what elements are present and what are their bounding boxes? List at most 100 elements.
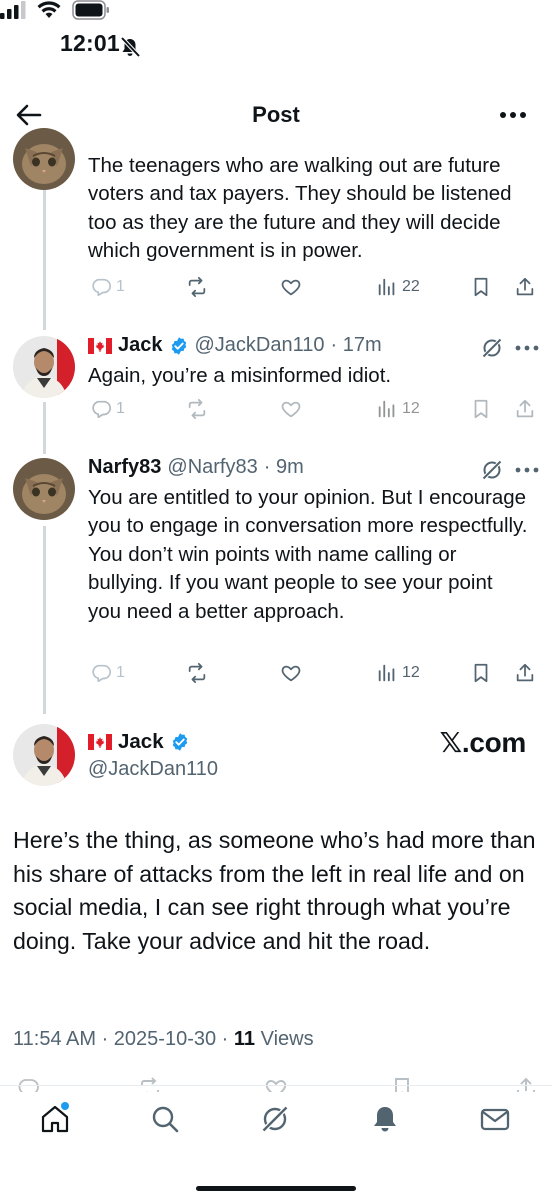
author-handle[interactable]: @JackDan110	[88, 758, 218, 781]
thread-line	[43, 526, 46, 714]
tweet-meta: 11:54 AM · 2025-10-30 · 11 Views	[13, 1028, 314, 1051]
canada-flag-icon	[88, 734, 112, 750]
tweet-time: · 9m	[263, 456, 304, 478]
repost-button[interactable]	[186, 662, 208, 684]
views-count: 12	[402, 664, 420, 681]
views-icon	[378, 664, 395, 682]
grok-tab-icon[interactable]	[258, 1102, 292, 1136]
reply-icon	[92, 400, 111, 419]
more-options-icon[interactable]	[496, 100, 530, 130]
page-title: Post	[252, 102, 300, 127]
more-options-icon[interactable]	[514, 336, 540, 360]
reply-icon	[92, 278, 111, 297]
tweet-actions: 1 22	[90, 276, 540, 304]
search-icon[interactable]	[148, 1102, 182, 1136]
reply-button[interactable]: 1	[90, 662, 125, 684]
avatar-narfy83[interactable]	[13, 458, 75, 520]
reply-icon[interactable]	[16, 1076, 40, 1092]
avatar-jack[interactable]	[13, 724, 75, 786]
reply-count: 1	[116, 664, 125, 681]
heart-icon	[281, 401, 301, 418]
tweet-actions: 1 12	[90, 398, 540, 426]
reply-count: 1	[116, 400, 125, 417]
tweet-header: Narfy83 @Narfy83 · 9m	[88, 456, 304, 479]
views-button[interactable]: 12	[376, 662, 420, 684]
bookmark-icon	[474, 277, 488, 297]
reply-button[interactable]: 1	[90, 398, 125, 420]
messages-icon[interactable]	[478, 1102, 512, 1136]
author-name[interactable]: Jack	[118, 334, 163, 357]
tweet-text: You are entitled to your opinion. But I …	[88, 486, 528, 623]
share-icon	[516, 663, 534, 682]
repost-button[interactable]	[186, 398, 208, 420]
heart-icon	[281, 665, 301, 682]
status-time: 12:01	[60, 30, 120, 56]
author-name[interactable]: Narfy83	[88, 456, 161, 479]
repost-icon	[188, 662, 206, 684]
thread-line	[43, 190, 46, 330]
like-button[interactable]	[280, 398, 302, 420]
share-button[interactable]	[514, 662, 536, 684]
reply-button[interactable]: 1	[90, 276, 125, 298]
repost-icon	[188, 276, 206, 298]
views-button[interactable]: 22	[376, 276, 420, 298]
status-icons	[0, 0, 552, 20]
reply-icon	[92, 664, 111, 683]
repost-icon[interactable]	[138, 1076, 162, 1092]
notifications-bell-icon[interactable]	[368, 1102, 402, 1136]
cellular-signal-icon	[0, 1, 26, 19]
views-count: 11	[233, 1028, 256, 1050]
like-button[interactable]	[280, 276, 302, 298]
tweet-time: 11:54 AM	[13, 1028, 97, 1050]
views-count: 22	[402, 278, 420, 295]
share-icon[interactable]	[514, 1076, 538, 1092]
tweet-time: · 17m	[330, 334, 382, 356]
bookmark-button[interactable]	[470, 398, 492, 420]
repost-icon	[188, 398, 206, 420]
avatar-narfy83[interactable]	[13, 128, 75, 190]
bookmark-icon	[474, 663, 488, 683]
author-handle[interactable]: @Narfy83	[167, 456, 257, 479]
like-button[interactable]	[280, 662, 302, 684]
tweet-text: The teenagers who are walking out are fu…	[88, 154, 512, 263]
thread-line	[43, 402, 46, 454]
share-button[interactable]	[514, 276, 536, 298]
author-handle[interactable]: @JackDan110	[195, 334, 325, 357]
views-count: 12	[402, 400, 420, 417]
reply-count: 1	[116, 278, 125, 295]
verified-badge-icon	[171, 336, 186, 355]
repost-button[interactable]	[186, 276, 208, 298]
grok-icon[interactable]	[480, 458, 504, 482]
grok-icon[interactable]	[480, 336, 504, 360]
home-icon[interactable]	[38, 1102, 72, 1136]
bookmark-button[interactable]	[470, 662, 492, 684]
bookmark-button[interactable]	[470, 276, 492, 298]
views-button[interactable]: 12	[376, 398, 420, 420]
more-options-icon[interactable]	[514, 458, 540, 482]
battery-icon	[72, 0, 109, 20]
tweet-actions: 1 12	[90, 662, 540, 690]
views-icon	[378, 278, 395, 296]
tweet-header: Jack @JackDan110 · 17m	[88, 334, 382, 357]
share-icon	[516, 399, 534, 418]
bottom-tab-bar	[0, 1092, 552, 1200]
heart-icon[interactable]	[264, 1076, 288, 1092]
views-icon	[378, 400, 395, 418]
views-label[interactable]: Views	[261, 1028, 314, 1050]
wifi-icon	[37, 1, 61, 18]
bookmark-icon[interactable]	[390, 1076, 414, 1092]
share-button[interactable]	[514, 398, 536, 420]
verified-badge-icon	[172, 733, 187, 751]
bookmark-icon	[474, 399, 488, 419]
author-name[interactable]: Jack	[118, 730, 164, 754]
share-icon	[516, 277, 534, 296]
main-tweet-actions	[0, 1072, 552, 1092]
silent-bell-icon	[120, 36, 141, 58]
x-watermark: 𝕏.com	[439, 727, 527, 758]
divider	[0, 1085, 552, 1086]
heart-icon	[281, 279, 301, 296]
canada-flag-icon	[88, 337, 112, 354]
home-indicator	[196, 1186, 356, 1191]
main-tweet-text: Here’s the thing, as someone who’s had m…	[13, 827, 536, 954]
avatar-jack[interactable]	[13, 336, 75, 398]
